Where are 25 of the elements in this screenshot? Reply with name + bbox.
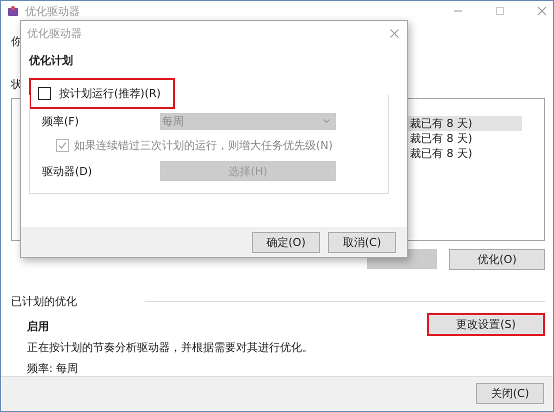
close-button[interactable]: 关闭(C)	[476, 383, 544, 404]
drive-status[interactable]: 裁已有 8 天)	[408, 146, 522, 161]
maximize-icon[interactable]	[495, 6, 505, 16]
change-settings-button[interactable]: 更改设置(S)	[427, 312, 545, 336]
schedule-state: 启用	[27, 318, 50, 334]
schedule-description: 正在按计划的节奏分析驱动器，并根据需要对其进行优化。	[27, 340, 313, 355]
window-title: 优化驱动器	[25, 4, 81, 19]
optimize-button[interactable]: 优化(O)	[449, 248, 545, 270]
checkbox[interactable]	[38, 87, 51, 100]
schedule-frequency: 频率: 每周	[27, 360, 80, 376]
dialog-button[interactable]: 确定(O)	[252, 232, 320, 252]
drive-status[interactable]: 裁已有 8 天)	[408, 130, 522, 146]
checkbox-label: 如果连续错过三次计划的运行，则增大任务优先级(N)	[74, 138, 333, 153]
dialog-title: 优化驱动器	[27, 26, 82, 40]
chevron-down-icon	[323, 119, 330, 124]
section-heading: 已计划的优化	[11, 294, 77, 309]
checkbox-label: 按计划运行(推荐)(R)	[59, 86, 161, 101]
close-icon[interactable]	[390, 28, 399, 38]
frequency-label: 频率(F)	[42, 114, 80, 129]
dialog-heading: 优化计划	[29, 53, 74, 68]
close-icon[interactable]	[537, 6, 547, 16]
app-icon	[7, 5, 19, 18]
dialog-button[interactable]: 取消(C)	[328, 232, 396, 252]
drives-label: 驱动器(D)	[42, 164, 94, 178]
drive-status[interactable]: 裁已有 8 天)	[408, 116, 522, 131]
